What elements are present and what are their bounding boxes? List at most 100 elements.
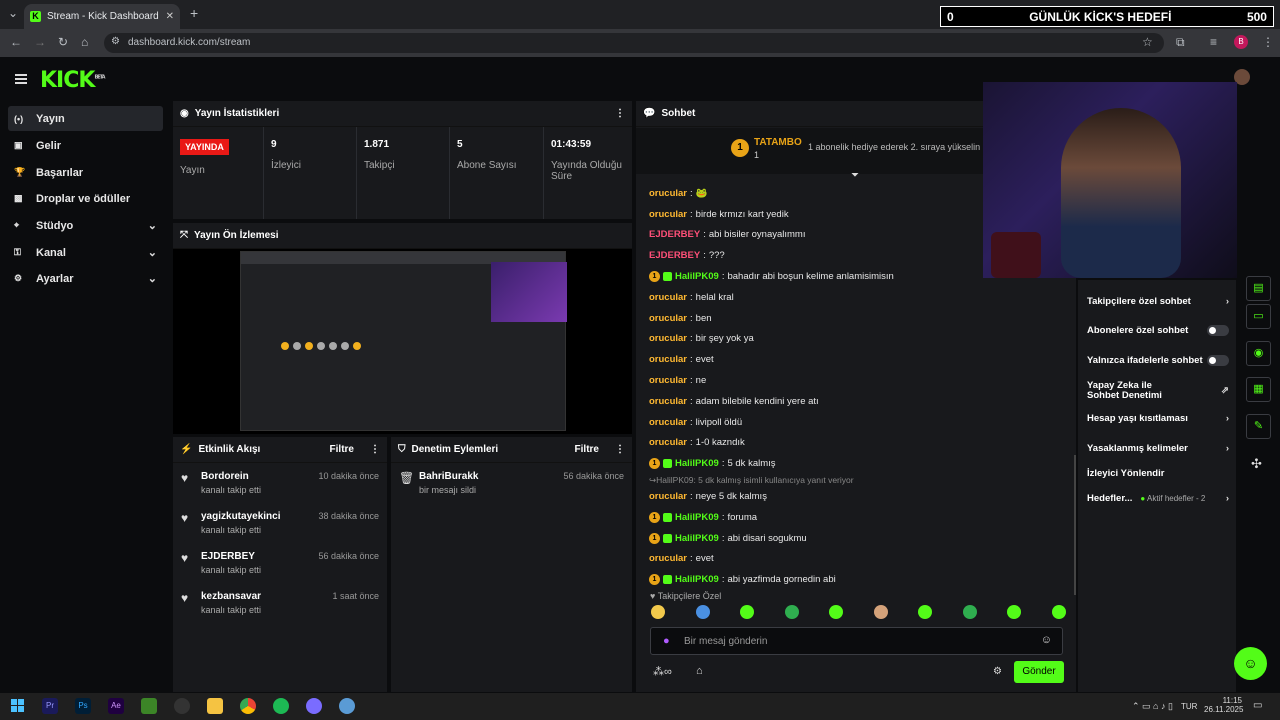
premiere-icon[interactable]: Pr [42,698,58,714]
url-bar[interactable]: dashboard.kick.com/stream [104,33,1164,53]
chat-setting-row[interactable]: Yapay Zeka ile Sohbet Denetimi ⇗ [1087,377,1229,405]
emote-icon[interactable] [784,605,799,619]
chat-username[interactable]: orucular [649,553,687,564]
file-explorer-icon[interactable] [207,698,223,714]
activity-more-icon[interactable]: ⋮ [370,444,380,455]
rail-message-icon[interactable]: ▭ [1246,304,1271,329]
spotify-icon[interactable] [273,698,289,714]
chat-username[interactable]: orucular [649,313,687,324]
chat-message[interactable]: orucular: ne [649,370,989,391]
emote-icon[interactable] [918,605,933,619]
event-user[interactable]: kezbansavar [201,591,261,602]
chat-message[interactable]: orucular: helal kral [649,287,989,308]
chat-message[interactable]: orucular: ben [649,308,989,329]
chat-points-icon[interactable]: ⁂∞ [653,665,672,678]
photoshop-icon[interactable]: Ps [75,698,91,714]
chevron-down-icon[interactable]: ⌄ [148,272,157,285]
event-user[interactable]: EJDERBEY [201,551,261,562]
chat-username[interactable]: orucular [649,491,687,502]
rail-broadcast-icon[interactable]: ◉ [1246,341,1271,366]
emote-icon[interactable] [740,605,755,619]
chat-setting-row[interactable]: Abonelere özel sohbet [1087,318,1229,342]
app-icon[interactable] [339,698,355,714]
forward-icon[interactable]: → [34,35,46,49]
new-tab-icon[interactable]: + [190,5,198,21]
emote-icon[interactable] [1007,605,1022,619]
minecraft-icon[interactable] [141,698,157,714]
chat-input[interactable]: ● Bir mesaj gönderin ☺ [650,627,1063,655]
browser-tab[interactable]: K Stream - Kick Dashboard ✕ [24,4,180,29]
obs-icon[interactable] [174,698,190,714]
site-info-icon[interactable]: ⚙ [111,36,120,47]
chat-message[interactable]: EJDERBEY:??? [649,245,989,266]
preview-video[interactable] [173,249,632,434]
chat-username[interactable]: orucular [649,396,687,407]
toggle-switch[interactable] [1207,354,1229,366]
chat-settings-icon[interactable]: ⚙ [993,666,1002,677]
chat-message[interactable]: 1 HalilPK09: abi disari sogukmu [649,528,989,549]
chat-message[interactable]: EJDERBEY: abi bisiler oynayalımmı [649,225,989,246]
chevron-down-icon[interactable]: ⌄ [148,219,157,232]
chat-username[interactable]: HalilPK09 [675,271,719,282]
chat-store-icon[interactable]: ⌂ [696,665,703,677]
chat-message[interactable]: 1 HalilPK09: foruma [649,507,989,528]
tray-icons[interactable]: ⌃ ▭ ⌂ ♪ ▯ [1132,701,1173,712]
chat-username[interactable]: HalilPK09 [675,458,719,469]
chat-username[interactable]: orucular [649,188,687,199]
chat-setting-row[interactable]: Hedefler... ● Aktif hedefler - 2 › [1087,486,1229,510]
extensions-icon[interactable]: ⧉ [1176,35,1185,50]
emote-icon[interactable] [1051,605,1066,619]
hamburger-menu-icon[interactable] [15,74,27,76]
event-user[interactable]: BahriBurakk [419,471,478,482]
chat-username[interactable]: EJDERBEY [649,229,700,240]
sidebar-item[interactable]: (•) Yayın [8,106,163,131]
discord-icon[interactable] [306,698,322,714]
sidebar-item[interactable]: ⚿ Kanal ⌄ [8,240,163,265]
moderation-filter-button[interactable]: Filtre [575,444,599,455]
tray-clock[interactable]: 11:15 26.11.2025 [1204,696,1243,714]
chat-setting-row[interactable]: Yalnızca ifadelerle sohbet [1087,348,1229,372]
chat-username[interactable]: HalilPK09 [675,533,719,544]
chat-message[interactable]: orucular: birde krmızı kart yedik [649,204,989,225]
toggle-switch[interactable] [1207,324,1229,336]
chat-message[interactable]: orucular: livipoll öldü [649,412,989,433]
chrome-icon[interactable] [240,698,256,714]
chevron-down-icon[interactable]: ⌄ [148,246,157,259]
chat-message[interactable]: orucular: bir şey yok ya [649,329,989,350]
microphone-icon[interactable]: ● [663,635,670,647]
bookmark-star-icon[interactable]: ☆ [1142,35,1153,49]
close-tab-icon[interactable]: ✕ [166,11,174,22]
kick-logo[interactable]: KICKBETA [40,68,106,93]
moderation-more-icon[interactable]: ⋮ [615,444,625,455]
chat-setting-row[interactable]: İzleyici Yönlendir [1087,461,1229,485]
emote-icon[interactable] [873,605,888,619]
chat-message[interactable]: orucular:1-0 kazndık [649,433,989,454]
sidebar-item[interactable]: ⚙ Ayarlar ⌄ [8,266,163,291]
home-icon[interactable]: ⌂ [81,35,88,49]
event-user[interactable]: yagizkutayekinci [201,511,280,522]
tray-lang[interactable]: TUR [1181,702,1197,711]
chat-message[interactable]: orucular: neye 5 dk kalmış [649,486,989,507]
after-effects-icon[interactable]: Ae [108,698,124,714]
chat-setting-row[interactable]: Takipçilere özel sohbet › [1087,289,1229,313]
chat-message[interactable]: 1 HalilPK09: bahadır abi boşun kelime anla… [649,266,989,287]
chat-message[interactable]: orucular: evet [649,549,989,570]
sidebar-item[interactable]: 🏆 Başarılar [8,160,163,185]
chat-message[interactable]: orucular: adam bilebile kendini yere atı [649,391,989,412]
chat-message[interactable]: orucular: 🐸 [649,183,989,204]
activity-filter-button[interactable]: Filtre [330,444,354,455]
media-icon[interactable]: ≡ [1210,35,1217,49]
chat-message[interactable]: 1 HalilPK09:5 dk kalmış [649,453,989,474]
chat-username[interactable]: orucular [649,437,687,448]
sidebar-item[interactable]: ⌖ Stüdyo ⌄ [8,213,163,238]
tab-list-icon[interactable]: ⌄ [8,6,18,20]
emote-icon[interactable] [651,605,665,619]
scroll-down-icon[interactable]: ⏷ [851,170,859,181]
chat-username[interactable]: orucular [649,292,687,303]
rail-wrench-icon[interactable]: ✎ [1246,414,1271,439]
notification-icon[interactable]: ▭ [1253,700,1262,711]
rail-layout-icon[interactable]: ▦ [1246,377,1271,402]
sidebar-item[interactable]: ▣ Gelir [8,133,163,158]
sidebar-item[interactable]: ▩ Droplar ve ödüller [8,186,163,211]
back-icon[interactable]: ← [10,35,22,49]
